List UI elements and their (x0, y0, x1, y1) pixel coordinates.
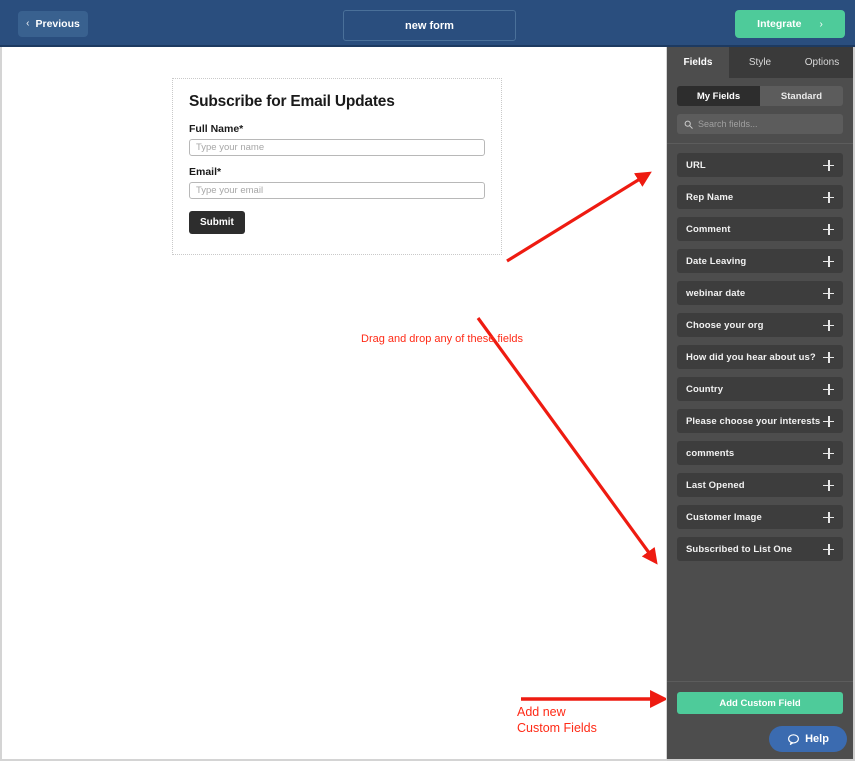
previous-button[interactable]: ‹ Previous (18, 11, 88, 37)
field-item-subscribed-to-list-one[interactable]: Subscribed to List One (677, 537, 843, 561)
field-item-label: Last Opened (686, 479, 745, 491)
field-item-customer-image[interactable]: Customer Image (677, 505, 843, 529)
integrate-button-label: Integrate (757, 18, 802, 30)
field-item-label: How did you hear about us? (686, 351, 816, 363)
previous-button-label: Previous (35, 18, 80, 30)
drag-drop-annotation-text: Drag and drop any of these fields (361, 333, 524, 345)
sidebar-tabs: Fields Style Options (667, 47, 853, 78)
tab-fields[interactable]: Fields (667, 47, 729, 78)
plus-icon[interactable] (823, 159, 834, 171)
field-item-label: Date Leaving (686, 255, 747, 267)
sidebar-footer: Add Custom Field Help (667, 681, 853, 759)
submit-button[interactable]: Submit (189, 211, 245, 234)
form-preview-card[interactable]: Subscribe for Email Updates Full Name* E… (172, 78, 502, 255)
chevron-right-icon: › (819, 18, 823, 30)
plus-icon[interactable] (823, 287, 834, 299)
field-item-label: Subscribed to List One (686, 543, 793, 555)
search-icon (684, 120, 693, 129)
field-item-label: webinar date (686, 287, 746, 299)
search-fields-box[interactable] (677, 114, 843, 134)
help-button-label: Help (805, 733, 829, 745)
tab-style-label: Style (748, 57, 772, 68)
plus-icon[interactable] (823, 543, 834, 555)
plus-icon[interactable] (823, 319, 834, 331)
field-item-choose-your-org[interactable]: Choose your org (677, 313, 843, 337)
field-item-how-did-you-hear-about-us[interactable]: How did you hear about us? (677, 345, 843, 369)
field-item-date-leaving[interactable]: Date Leaving (677, 249, 843, 273)
add-custom-field-label: Add Custom Field (719, 697, 801, 709)
field-item-label: Comment (686, 223, 731, 235)
field-item-comments[interactable]: comments (677, 441, 843, 465)
email-input[interactable] (189, 182, 485, 199)
arrow-to-fields-list (506, 171, 652, 263)
form-field-email[interactable]: Email* (189, 166, 485, 199)
plus-icon[interactable] (823, 383, 834, 395)
tab-options[interactable]: Options (791, 47, 853, 78)
plus-icon[interactable] (823, 479, 834, 491)
field-item-country[interactable]: Country (677, 377, 843, 401)
form-name-input[interactable]: new form (343, 10, 516, 41)
custom-fields-list: URL Rep Name Comment Date Leaving webina… (667, 144, 853, 561)
email-label: Email* (189, 166, 222, 178)
toggle-my-fields-label: My Fields (696, 90, 741, 102)
tab-options-label: Options (804, 57, 840, 68)
plus-icon[interactable] (823, 415, 834, 427)
add-custom-field-button[interactable]: Add Custom Field (677, 692, 843, 714)
full-name-label: Full Name* (189, 123, 244, 135)
integrate-button[interactable]: Integrate › (735, 10, 845, 38)
plus-icon[interactable] (823, 447, 834, 459)
form-heading: Subscribe for Email Updates (189, 93, 395, 110)
tab-style[interactable]: Style (729, 47, 791, 78)
toggle-my-fields[interactable]: My Fields (677, 86, 760, 106)
full-name-input[interactable] (189, 139, 485, 156)
field-item-url[interactable]: URL (677, 153, 843, 177)
plus-icon[interactable] (823, 351, 834, 363)
field-item-label: Country (686, 383, 724, 395)
field-item-comment[interactable]: Comment (677, 217, 843, 241)
field-item-webinar-date[interactable]: webinar date (677, 281, 843, 305)
field-item-please-choose-your-interests[interactable]: Please choose your interests (677, 409, 843, 433)
form-builder-app: ‹ Previous new form Integrate › Subscrib… (0, 0, 855, 761)
plus-icon[interactable] (823, 511, 834, 523)
field-item-label: Customer Image (686, 511, 762, 523)
plus-icon[interactable] (823, 223, 834, 235)
field-item-rep-name[interactable]: Rep Name (677, 185, 843, 209)
plus-icon[interactable] (823, 255, 834, 267)
field-item-label: Choose your org (686, 319, 764, 331)
field-item-label: URL (686, 159, 706, 171)
search-fields-input[interactable] (698, 119, 836, 129)
arrow-to-subscribed-field (476, 317, 658, 565)
form-name-value: new form (405, 19, 454, 32)
toggle-standard-label: Standard (780, 90, 823, 102)
chevron-left-icon: ‹ (26, 18, 30, 29)
plus-icon[interactable] (823, 191, 834, 203)
field-item-label: Rep Name (686, 191, 734, 203)
form-canvas[interactable]: Subscribe for Email Updates Full Name* E… (0, 47, 667, 761)
toggle-standard[interactable]: Standard (760, 86, 843, 106)
chat-bubble-icon (788, 733, 800, 745)
top-toolbar: ‹ Previous new form Integrate › (0, 0, 855, 47)
tab-fields-label: Fields (683, 57, 713, 68)
field-item-last-opened[interactable]: Last Opened (677, 473, 843, 497)
form-field-full-name[interactable]: Full Name* (189, 123, 485, 156)
field-item-label: Please choose your interests (686, 415, 821, 427)
add-custom-fields-annotation-text: Add new Custom Fields (517, 705, 597, 735)
field-item-label: comments (686, 447, 735, 459)
help-button[interactable]: Help (769, 726, 847, 752)
fields-source-toggle: My Fields Standard (677, 86, 843, 106)
fields-panel-header: My Fields Standard (667, 78, 853, 144)
right-sidebar: Fields Style Options My Fields Standard (667, 47, 855, 761)
